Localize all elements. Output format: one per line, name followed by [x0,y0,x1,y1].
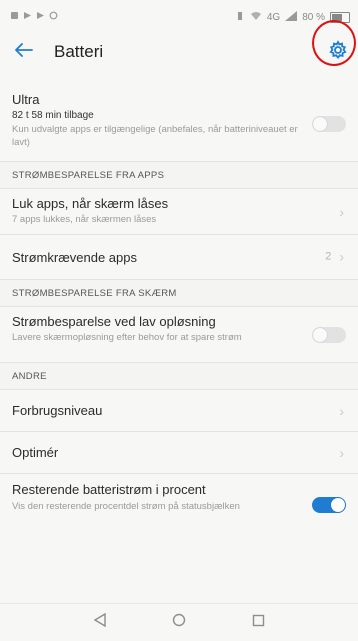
notification-icon [36,11,45,23]
settings-button[interactable] [326,39,350,65]
section-header-other: ANDRE [0,363,358,390]
chevron-right-icon: › [339,248,344,265]
low-res-toggle[interactable] [312,326,346,343]
battery-percent: 80 % [302,11,325,23]
close-apps-title: Luk apps, når skærm låses [12,196,169,211]
usage-title: Forbrugsniveau [12,403,103,418]
power-apps-count: 2 [325,250,332,263]
chevron-right-icon: › [339,402,344,419]
close-apps-subtitle: 7 apps lukkes, når skærmen låses [12,214,157,225]
ultra-description: Kun udvalgte apps er tilgængelige (anbef… [12,124,298,148]
square-recents-icon [252,614,265,632]
low-res-row[interactable]: Strømbesparelse ved lav opløsning Lavere… [0,307,358,363]
low-res-title: Strømbesparelse ved lav opløsning [12,314,216,329]
alarm-icon [49,11,58,23]
ultra-row[interactable]: Ultra 82 t 58 min tilbage Kun udvalgte a… [0,86,358,162]
optimize-title: Optimér [12,445,59,460]
percent-toggle[interactable] [312,497,346,513]
recents-nav-button[interactable] [246,611,270,635]
chevron-right-icon: › [339,444,344,461]
ultra-toggle[interactable] [312,115,346,132]
section-header-apps: STRØMBESPARELSE FRA APPS [0,162,358,189]
app-bar: Batteri [0,20,358,70]
vibrate-icon [235,11,245,24]
percent-subtitle: Vis den resterende procentdel strøm på s… [12,501,240,512]
page-title: Batteri [54,42,104,61]
circle-home-icon [172,613,186,632]
optimize-row[interactable]: Optimér › [0,432,358,474]
network-type: 4G [266,11,281,23]
navigation-bar [0,603,358,641]
percent-row[interactable]: Resterende batteristrøm i procent Vis de… [0,474,358,536]
back-nav-button[interactable] [88,611,112,635]
section-header-screen: STRØMBESPARELSE FRA SKÆRM [0,280,358,307]
notification-icon [10,11,19,23]
wifi-icon [250,11,262,24]
low-res-subtitle: Lavere skærmopløsning efter behov for at… [12,332,242,343]
triangle-back-icon [93,612,106,632]
close-apps-row[interactable]: Luk apps, når skærm låses 7 apps lukkes,… [0,189,358,235]
usage-row[interactable]: Forbrugsniveau › [0,390,358,432]
notification-icon [23,11,32,23]
ultra-time-left: 82 t 58 min tilbage [12,110,94,121]
signal-icon [285,10,298,24]
home-nav-button[interactable] [167,611,191,635]
back-button[interactable] [10,38,38,66]
power-apps-title: Strømkrævende apps [12,250,137,265]
status-bar: 4G 80 % [0,0,358,34]
arrow-left-icon [15,42,33,62]
power-apps-trailing: 2 › [325,235,344,280]
percent-title: Resterende batteristrøm i procent [12,482,206,497]
settings-list: Ultra 82 t 58 min tilbage Kun udvalgte a… [0,86,358,536]
chevron-right-icon: › [339,203,344,220]
ultra-title: Ultra [12,92,40,107]
gear-icon [328,39,348,65]
status-left-icons [10,11,58,23]
power-apps-row[interactable]: Strømkrævende apps 2 › [0,235,358,280]
